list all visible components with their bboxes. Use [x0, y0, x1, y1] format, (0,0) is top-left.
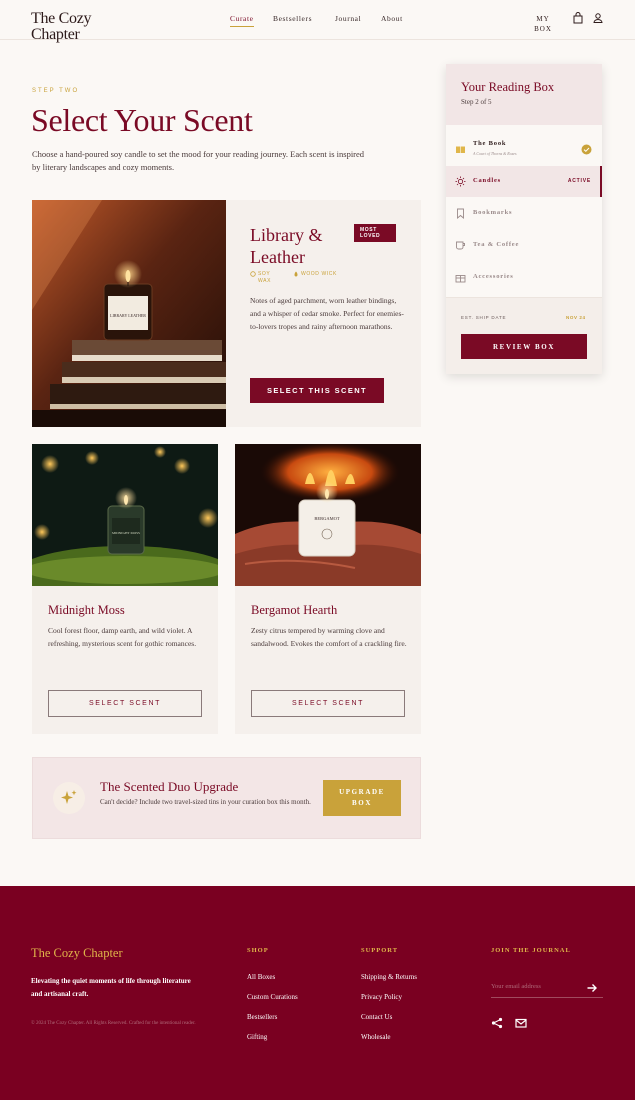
tag-wood-wick: WOOD WICK — [301, 271, 337, 277]
upgrade-box-label: UPGRADE BOX — [339, 788, 385, 807]
user-icon[interactable] — [592, 12, 604, 24]
footer-copyright: © 2024 The Cozy Chapter. All Rights Rese… — [31, 1021, 196, 1026]
select-scent-button[interactable]: SELECT SCENT — [48, 690, 202, 717]
nav-curate[interactable]: Curate — [230, 14, 254, 27]
featured-scent-name: Library & Leather — [250, 225, 323, 267]
footer-shop-heading: SHOP — [247, 947, 269, 954]
sidebar-item-tea-coffee[interactable]: Tea & Coffee — [446, 230, 602, 261]
bag-icon[interactable] — [572, 12, 584, 24]
sidebar-title: Your Reading Box — [461, 80, 555, 94]
select-this-scent-button[interactable]: SELECT THIS SCENT — [250, 378, 384, 403]
review-box-button[interactable]: REVIEW BOX — [461, 334, 587, 359]
scent-name: Midnight Moss — [48, 603, 125, 617]
reading-box-sidebar: Your Reading Box Step 2 of 5 The Book A … — [446, 64, 602, 374]
active-status: ACTIVE — [567, 178, 591, 184]
sparkle-icon — [61, 790, 77, 804]
logo-line-1: The Cozy — [31, 10, 92, 27]
sidebar-item-candles[interactable]: Candles ACTIVE — [446, 166, 602, 197]
footer-link-bestsellers[interactable]: Bestsellers — [247, 1013, 277, 1021]
most-loved-badge: MOST LOVED — [354, 224, 396, 242]
tag-soy-wax: SOY WAX — [258, 271, 272, 284]
gift-icon — [455, 275, 466, 283]
scent-description: Zesty citrus tempered by warming clove a… — [251, 626, 407, 648]
footer-brand[interactable]: The Cozy Chapter — [31, 946, 123, 961]
footer-support-heading: SUPPORT — [361, 947, 399, 954]
my-box-link[interactable]: MY BOX — [533, 14, 553, 34]
sidebar-footer: EST. SHIP DATE NOV 24 REVIEW BOX — [446, 297, 602, 374]
sidebar-item-label: Bookmarks — [473, 209, 513, 216]
upgrade-title: The Scented Duo Upgrade — [100, 779, 239, 794]
sidebar-item-the-book[interactable]: The Book A Court of Thorns & Roses — [446, 134, 602, 165]
scent-card-bergamot-hearth: BERGAMOT Bergamot Hearth Zesty citrus te… — [235, 444, 421, 734]
footer-link-privacy-policy[interactable]: Privacy Policy — [361, 993, 402, 1001]
footer-link-wholesale[interactable]: Wholesale — [361, 1033, 391, 1041]
step-label: STEP TWO — [32, 88, 80, 94]
sparkle-icon-wrap — [53, 782, 85, 814]
page-title: Select Your Scent — [31, 102, 253, 138]
nav-bestsellers[interactable]: Bestsellers — [273, 14, 312, 23]
sidebar-item-label: The Book — [473, 140, 507, 147]
leaf-icon — [250, 271, 256, 277]
scent-name: Bergamot Hearth — [251, 603, 338, 617]
logo-line-2: Chapter — [31, 26, 80, 43]
sidebar-item-sub: A Court of Thorns & Roses — [473, 151, 517, 156]
footer-link-all-boxes[interactable]: All Boxes — [247, 973, 275, 981]
ship-date-label: EST. SHIP DATE — [461, 315, 507, 320]
footer-tagline: Elevating the quiet moments of life thro… — [31, 977, 191, 998]
sidebar-step: Step 2 of 5 — [461, 98, 492, 106]
nav-about[interactable]: About — [381, 14, 403, 23]
my-box-label: MY BOX — [534, 15, 552, 33]
featured-scent-description: Notes of aged parchment, worn leather bi… — [250, 296, 404, 331]
upgrade-box-button[interactable]: UPGRADE BOX — [323, 780, 401, 816]
scented-duo-upgrade-banner: The Scented Duo Upgrade Can't decide? In… — [32, 757, 421, 839]
site-logo[interactable]: The Cozy Chapter — [31, 10, 92, 43]
check-circle-icon — [581, 144, 592, 155]
sidebar-item-bookmarks[interactable]: Bookmarks — [446, 198, 602, 229]
footer-link-custom-curations[interactable]: Custom Curations — [247, 993, 298, 1001]
sidebar-item-label: Tea & Coffee — [473, 241, 520, 248]
scent-description: Cool forest floor, damp earth, and wild … — [48, 626, 197, 648]
share-icon[interactable] — [491, 1017, 503, 1029]
featured-candle-image: LIBRARY LEATHER — [32, 200, 226, 427]
midnight-moss-image: MIDNIGHT MOSS — [32, 444, 218, 586]
cup-icon — [456, 241, 465, 250]
bergamot-hearth-image: BERGAMOT — [235, 444, 421, 586]
page-intro: Choose a hand-poured soy candle to set t… — [32, 149, 365, 172]
book-icon — [456, 146, 465, 153]
jar-label-text: MIDNIGHT MOSS — [112, 531, 140, 535]
sun-icon — [455, 176, 466, 187]
jar-label-text: BERGAMOT — [314, 516, 340, 521]
sidebar-header: Your Reading Box Step 2 of 5 — [446, 64, 602, 125]
site-header: The Cozy Chapter Curate Bestsellers Jour… — [0, 0, 635, 43]
footer-link-gifting[interactable]: Gifting — [247, 1033, 267, 1041]
scent-card-midnight-moss: MIDNIGHT MOSS Midnight Moss Cool forest … — [32, 444, 218, 734]
jar-label-text: LIBRARY LEATHER — [110, 313, 146, 318]
site-footer: The Cozy Chapter Elevating the quiet mom… — [0, 886, 635, 1100]
sidebar-item-accessories[interactable]: Accessories — [446, 262, 602, 293]
footer-link-contact-us[interactable]: Contact Us — [361, 1013, 392, 1021]
bookmark-icon — [457, 208, 464, 219]
mail-icon[interactable] — [515, 1017, 527, 1029]
select-scent-button[interactable]: SELECT SCENT — [251, 690, 405, 717]
sidebar-item-label: Candles — [473, 177, 501, 184]
ship-date-value: NOV 24 — [566, 315, 586, 320]
upgrade-description: Can't decide? Include two travel-sized t… — [100, 798, 311, 806]
footer-journal-heading: JOIN THE JOURNAL — [491, 947, 571, 954]
nav-journal[interactable]: Journal — [335, 14, 361, 23]
footer-link-shipping-returns[interactable]: Shipping & Returns — [361, 973, 417, 981]
flame-icon — [294, 271, 298, 277]
sidebar-item-label: Accessories — [473, 273, 514, 280]
arrow-right-icon[interactable] — [586, 982, 598, 994]
